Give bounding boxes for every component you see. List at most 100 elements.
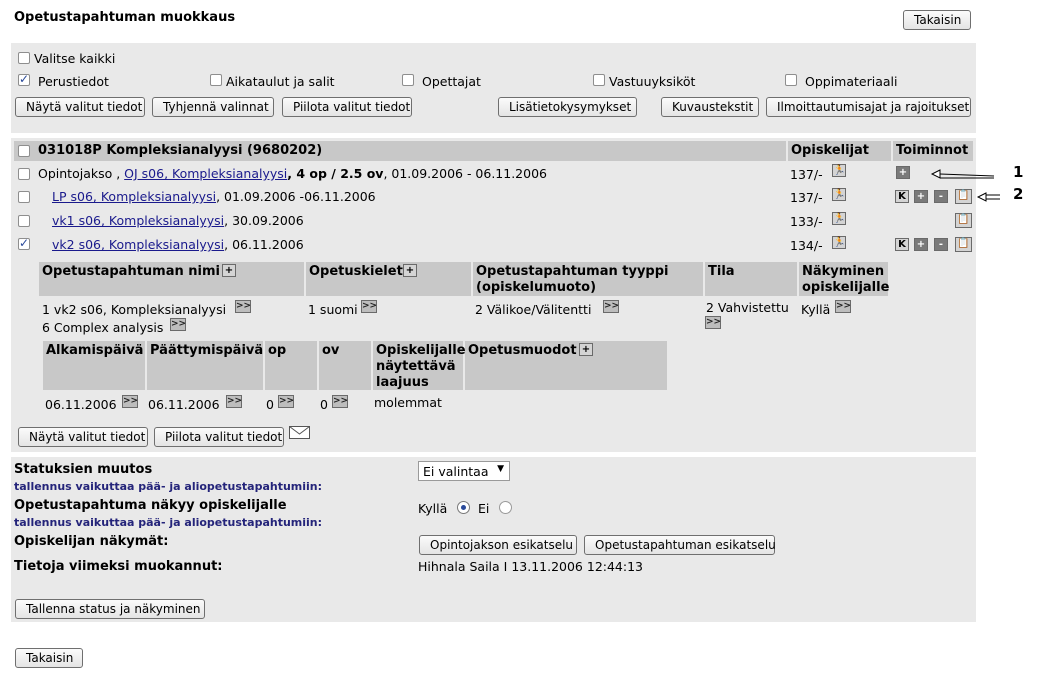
select-all-label: Valitse kaikki — [34, 51, 116, 66]
visibility-note: tallennus vaikuttaa pää- ja aliopetustap… — [14, 516, 323, 529]
extra-questions-button[interactable]: Lisätietokysymykset — [498, 97, 637, 117]
more-button[interactable]: >> — [226, 395, 242, 408]
add-teaching-form-button[interactable]: + — [579, 343, 593, 356]
header-text: Opetusmuodot — [468, 343, 577, 358]
more-button[interactable]: >> — [332, 395, 348, 408]
radio-dot-icon — [461, 505, 466, 510]
last-modified-label: Tietoja viimeksi muokannut: — [14, 559, 223, 574]
materials-checkbox[interactable] — [785, 74, 797, 86]
course-link-lp[interactable]: LP s06, Kompleksianalyysi — [52, 189, 216, 204]
start-value: 06.11.2006 — [45, 397, 117, 412]
registration-button[interactable]: Ilmoittautumisajat ja rajoitukset — [766, 97, 971, 117]
course-link-vk1[interactable]: vk1 s06, Kompleksianalyysi — [52, 213, 224, 228]
header-text: Opetuskielet — [309, 264, 403, 279]
clear-selection-button[interactable]: Tyhjennä valinnat — [152, 97, 274, 117]
end-value: 06.11.2006 — [148, 397, 220, 412]
basic-info-checkbox[interactable] — [18, 72, 30, 86]
language-value: 1 suomi — [308, 302, 358, 317]
select-all-checkbox[interactable] — [18, 52, 30, 64]
course-link-vk2[interactable]: vk2 s06, Kompleksianalyysi — [52, 237, 224, 252]
status-note: tallennus vaikuttaa pää- ja aliopetustap… — [14, 480, 323, 493]
state-value: 2 Vahvistettu — [706, 300, 789, 315]
responsible-units-label: Vastuuyksiköt — [609, 74, 696, 89]
visibility-label: Opetustapahtuma näkyy opiskelijalle — [14, 498, 287, 513]
page-title: Opetustapahtuman muokkaus — [14, 10, 236, 25]
preview-course-button[interactable]: Opintojakson esikatselu — [419, 535, 577, 555]
runner-icon[interactable]: 🏃 — [832, 212, 846, 225]
runner-icon[interactable]: 🏃 — [832, 188, 846, 201]
back-button-bottom[interactable]: Takaisin — [15, 648, 83, 668]
event-name-2: 6 Complex analysis — [42, 320, 164, 335]
add-name-button[interactable]: + — [222, 264, 236, 277]
add-language-button[interactable]: + — [403, 264, 417, 277]
row-text-4: vk2 s06, Kompleksianalyysi, 06.11.2006 — [52, 237, 304, 252]
dates: , 30.09.2006 — [224, 213, 304, 228]
students-count: 133/- — [790, 214, 823, 229]
status-change-label: Statuksien muutos — [14, 462, 153, 477]
more-button[interactable]: >> — [705, 316, 721, 329]
materials-label: Oppimateriaali — [805, 74, 898, 89]
dates: , 01.09.2006 -06.11.2006 — [216, 189, 376, 204]
mail-icon[interactable] — [289, 426, 311, 440]
header-teaching-forms: Opetusmuodot — [465, 341, 667, 390]
more-button[interactable]: >> — [170, 318, 186, 331]
header-visibility: Näkyminen opiskelijalle — [799, 262, 889, 296]
annotation-1: 1 — [1013, 163, 1024, 181]
more-button[interactable]: >> — [122, 395, 138, 408]
row-checkbox-4[interactable] — [18, 236, 30, 250]
runner-icon[interactable]: 🏃 — [832, 236, 846, 249]
plus-button[interactable]: + — [914, 238, 928, 251]
back-button-top[interactable]: Takaisin — [903, 10, 971, 30]
details-hide-selected-button[interactable]: Piilota valitut tiedot — [154, 427, 284, 447]
descriptions-button[interactable]: Kuvaustekstit — [661, 97, 759, 117]
course-checkbox[interactable] — [18, 145, 30, 157]
header-languages: Opetuskielet — [306, 262, 471, 296]
yes-radio[interactable] — [457, 501, 470, 514]
credits: , 4 op / 2.5 ov — [287, 166, 384, 181]
student-views-label: Opiskelijan näkymät: — [14, 534, 169, 549]
yes-label: Kyllä — [418, 501, 448, 516]
k-button[interactable]: K — [895, 190, 909, 203]
status-select[interactable]: Ei valintaa ▼ — [418, 461, 510, 481]
no-label: Ei — [478, 501, 490, 516]
visibility-value: Kyllä — [801, 302, 831, 317]
arrow-2-icon — [976, 192, 1000, 202]
k-button[interactable]: K — [895, 238, 909, 251]
schedules-checkbox[interactable] — [210, 74, 222, 86]
header-op: op — [265, 341, 317, 390]
more-button[interactable]: >> — [361, 300, 377, 313]
row-checkbox-1[interactable] — [18, 168, 30, 180]
header-text: Opetustapahtuman nimi — [42, 264, 220, 279]
responsible-units-checkbox[interactable] — [593, 74, 605, 86]
event-name-1: 1 vk2 s06, Kompleksianalyysi — [42, 302, 227, 317]
more-button[interactable]: >> — [235, 300, 251, 313]
expand-plus-button[interactable]: + — [896, 166, 910, 179]
teachers-checkbox[interactable] — [402, 74, 414, 86]
minus-button[interactable]: - — [934, 238, 948, 251]
more-button[interactable]: >> — [835, 300, 851, 313]
row-checkbox-2[interactable] — [18, 191, 30, 203]
more-button[interactable]: >> — [278, 395, 294, 408]
teachers-label: Opettajat — [422, 74, 481, 89]
details-show-selected-button[interactable]: Näytä valitut tiedot — [18, 427, 148, 447]
row-text-1: Opintojakso , OJ s06, Kompleksianalyysi,… — [38, 166, 547, 181]
copy-icon[interactable]: 📋 — [955, 237, 972, 252]
hide-selected-button[interactable]: Piilota valitut tiedot — [282, 97, 412, 117]
runner-icon[interactable]: 🏃 — [832, 164, 846, 177]
show-selected-button[interactable]: Näytä valitut tiedot — [15, 97, 145, 117]
course-link-oj[interactable]: OJ s06, Kompleksianalyysi — [124, 166, 287, 181]
more-button[interactable]: >> — [603, 300, 619, 313]
dates: , 01.09.2006 - 06.11.2006 — [383, 166, 547, 181]
students-count: 137/- — [790, 167, 823, 182]
op-value: 0 — [266, 397, 274, 412]
row-checkbox-3[interactable] — [18, 215, 30, 227]
copy-icon[interactable]: 📋 — [955, 213, 972, 228]
row-prefix: Opintojakso , — [38, 166, 125, 181]
header-state: Tila — [705, 262, 797, 296]
schedules-label: Aikataulut ja salit — [226, 74, 335, 89]
no-radio[interactable] — [499, 501, 512, 514]
save-status-button[interactable]: Tallenna status ja näkyminen — [15, 599, 205, 619]
actions-header: Toiminnot — [893, 141, 973, 161]
preview-event-button[interactable]: Opetustapahtuman esikatselu — [584, 535, 776, 555]
ov-value: 0 — [320, 397, 328, 412]
